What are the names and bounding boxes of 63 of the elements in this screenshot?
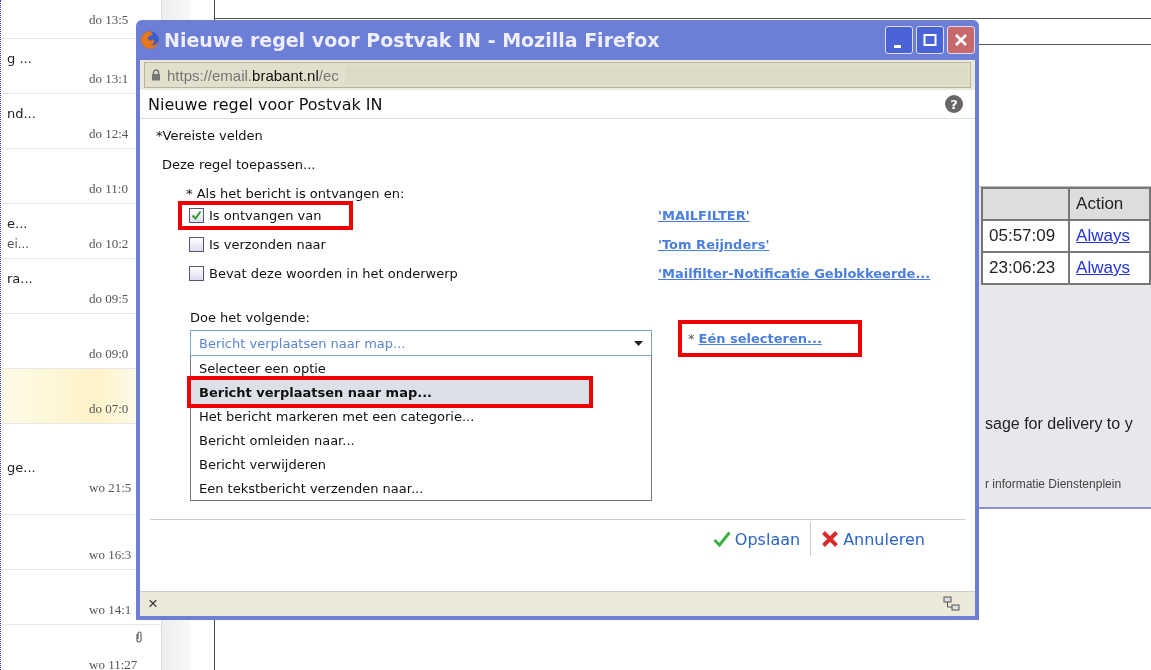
checkbox[interactable]: [189, 237, 204, 252]
column-header: Action: [1069, 188, 1150, 220]
condition-value-link[interactable]: 'Tom Reijnders': [658, 237, 770, 252]
mail-date: do 11:0: [89, 181, 128, 197]
mail-date: do 13:5: [89, 12, 129, 28]
conditions-label: * Als het bericht is ontvangen en:: [185, 186, 406, 201]
window-title: Nieuwe regel voor Postvak IN - Mozilla Firefox: [164, 29, 660, 51]
checkbox-label: Bevat deze woorden in het onderwerp: [209, 266, 458, 281]
url-text: https://email.brabant.nl/ec: [167, 66, 339, 84]
required-mark: *: [688, 331, 695, 346]
dropdown-option[interactable]: Bericht verplaatsen naar map...: [191, 380, 589, 404]
mail-subject: ge...: [7, 460, 36, 475]
minimize-icon: [893, 44, 901, 48]
mail-subject: e...: [7, 216, 28, 231]
mail-preview: ei...: [7, 237, 30, 251]
mail-date: wo 14:1: [89, 602, 132, 618]
checkbox[interactable]: [189, 266, 204, 281]
maximize-icon: [923, 33, 937, 47]
action-label: Doe het volgende:: [189, 310, 311, 325]
checkbox[interactable]: [189, 208, 204, 223]
check-icon: [712, 531, 731, 547]
close-icon: [954, 33, 968, 47]
status-close-button[interactable]: ×: [148, 594, 158, 614]
lock-icon: [151, 69, 161, 81]
footer-text: r informatie Dienstenplein: [985, 477, 1123, 491]
browser-logo-icon: [140, 30, 160, 50]
mail-date: do 07:0: [89, 401, 129, 417]
dropdown-caret-icon: [634, 340, 643, 346]
dropdown-option[interactable]: Een tekstbericht verzenden naar...: [191, 476, 651, 500]
select-folder-link[interactable]: Eén selecteren...: [698, 331, 822, 346]
mail-date: do 09:5: [89, 291, 129, 307]
mail-date: do 12:4: [89, 126, 129, 142]
mail-date: wo 21:5: [89, 480, 132, 496]
table-cell: 05:57:09: [982, 220, 1070, 252]
help-button[interactable]: ?: [945, 95, 963, 113]
mail-date: wo 11:27: [89, 657, 138, 670]
dropdown-option[interactable]: Selecteer een optie: [191, 356, 651, 380]
condition-value-link[interactable]: 'MAILFILTER': [658, 208, 750, 223]
address-field[interactable]: https://email.brabant.nl/ec: [144, 62, 971, 88]
dropdown-option[interactable]: Bericht verwijderen: [191, 452, 651, 476]
network-icon: [943, 596, 961, 612]
mail-subject: g ...: [7, 51, 32, 66]
table-cell: 23:06:23: [982, 252, 1070, 284]
cross-icon: [821, 530, 840, 548]
mail-subject: nd...: [7, 106, 36, 121]
section-title: Deze regel toepassen...: [161, 157, 317, 172]
mail-subject: ra...: [7, 271, 33, 286]
mail-date: wo 16:3: [89, 547, 132, 563]
maximize-button[interactable]: [916, 26, 944, 54]
message-text: sage for delivery to y: [985, 415, 1134, 433]
dropdown-option[interactable]: Het bericht markeren met een categorie...: [191, 404, 651, 428]
dropdown-option[interactable]: Bericht omleiden naar...: [191, 428, 651, 452]
close-button[interactable]: [947, 26, 975, 54]
checkbox-label: Is verzonden naar: [209, 237, 326, 252]
minimize-button[interactable]: [885, 26, 913, 54]
mail-date: do 13:1: [89, 71, 129, 87]
mail-date: do 10:2: [89, 236, 129, 252]
condition-value-link[interactable]: 'Mailfilter-Notificatie Geblokkeerde...: [658, 266, 931, 281]
action-dropdown[interactable]: Bericht verplaatsen naar map...: [190, 330, 652, 356]
checkbox-label: Is ontvangen van: [209, 208, 322, 223]
save-button[interactable]: Opslaan: [712, 529, 801, 549]
cancel-button[interactable]: Annuleren: [821, 529, 925, 549]
mail-date: do 09:0: [89, 346, 129, 362]
